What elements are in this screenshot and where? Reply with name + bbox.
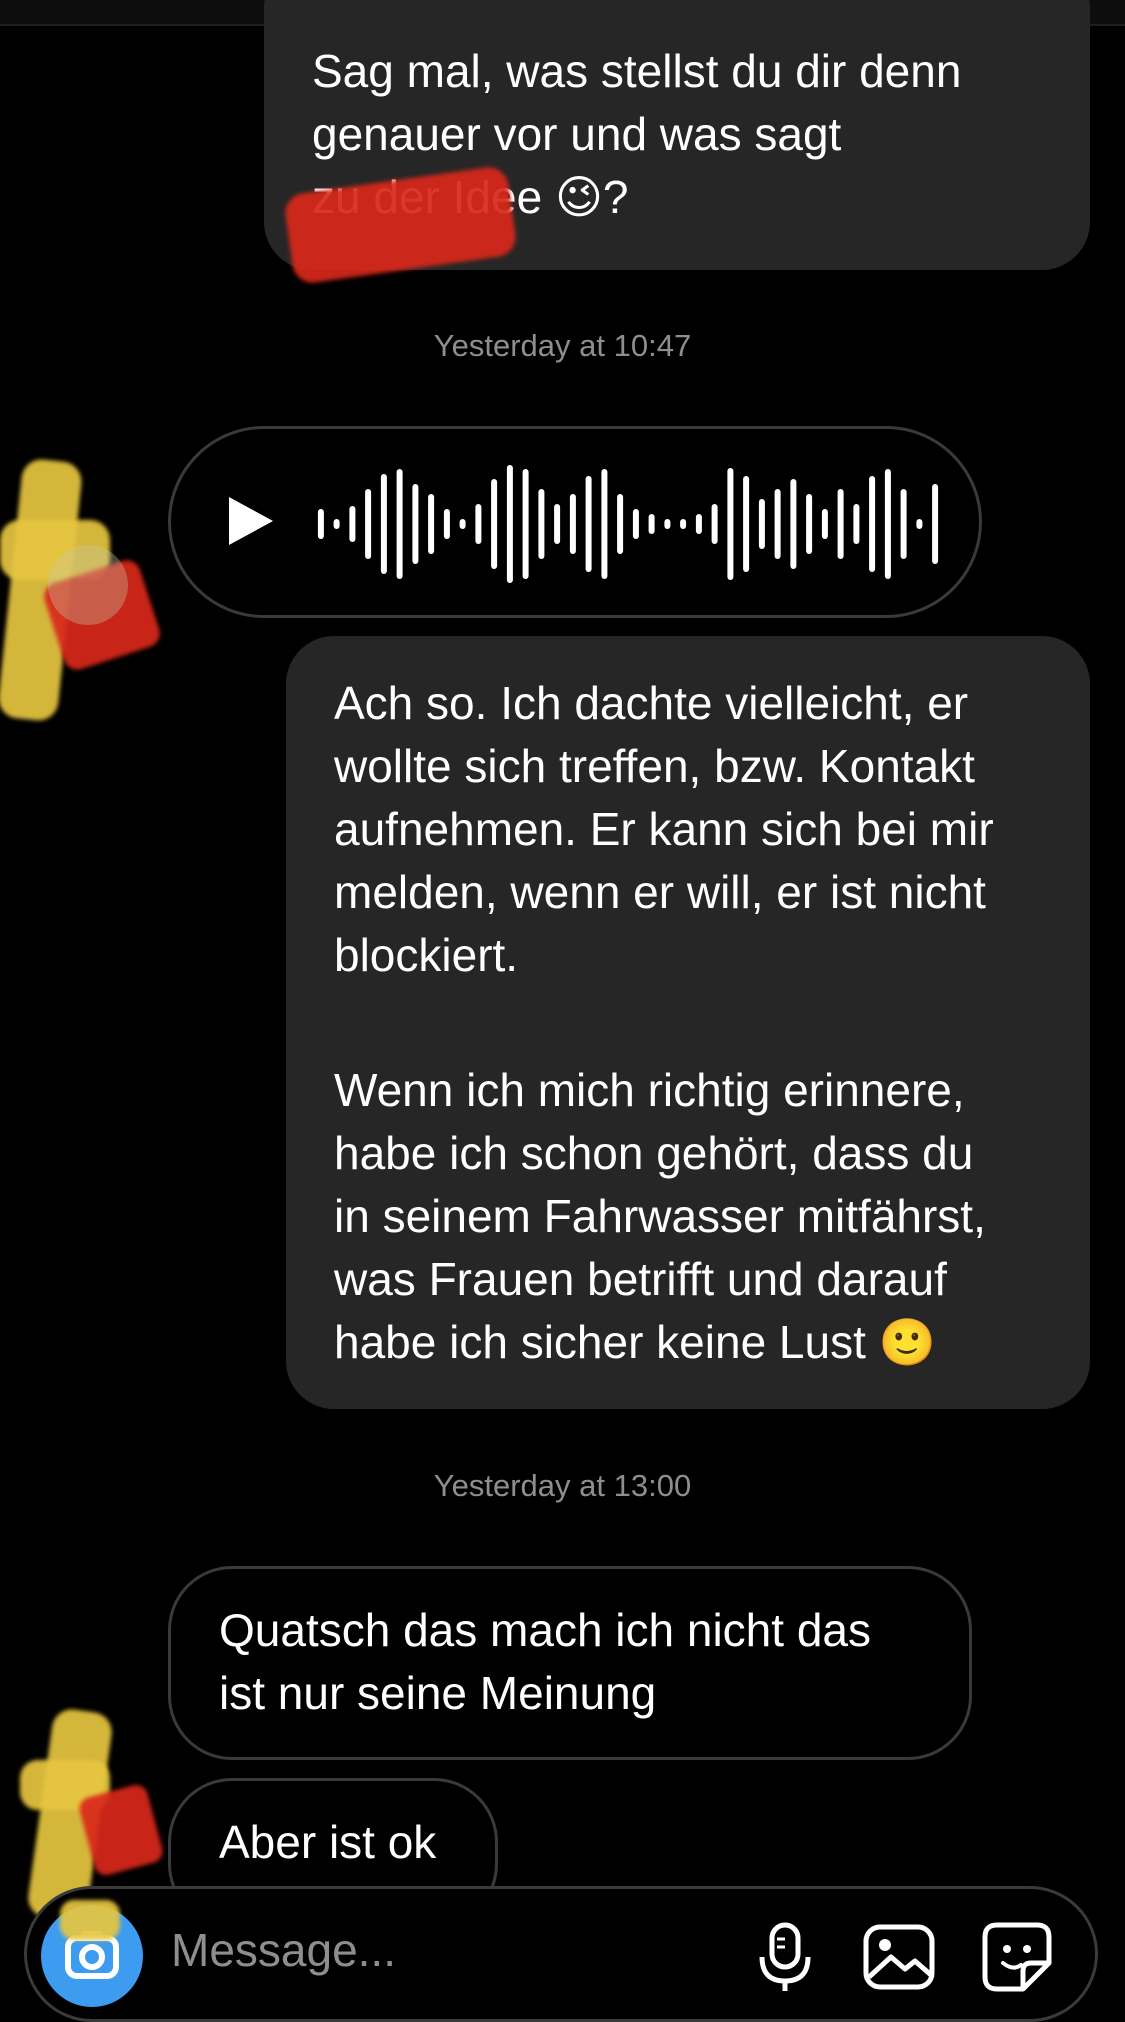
waveform-bar	[632, 509, 639, 539]
gallery-icon[interactable]	[861, 1919, 937, 1995]
message-paragraph: Ach so. Ich dachte vielleicht, er wollte…	[334, 677, 994, 981]
waveform-bar	[491, 479, 498, 569]
waveform-bar	[428, 494, 435, 554]
message-bubble-outgoing[interactable]: Ach so. Ich dachte vielleicht, er wollte…	[286, 636, 1090, 1409]
waveform-bar	[664, 519, 671, 529]
waveform-bar	[412, 484, 419, 564]
waveform-bar	[333, 519, 340, 529]
waveform-bar	[569, 494, 576, 554]
waveform-bar	[617, 494, 624, 554]
waveform-bar	[869, 476, 876, 572]
waveform-bar	[727, 468, 734, 580]
waveform-bar	[349, 506, 356, 542]
message-text: Aber ist ok	[219, 1816, 437, 1868]
avatar[interactable]	[0, 450, 164, 740]
waveform-bar	[680, 519, 687, 529]
waveform-bar	[711, 504, 718, 544]
waveform-bar	[900, 489, 907, 559]
timestamp: Yesterday at 10:47	[433, 328, 692, 363]
voice-message-bubble[interactable]	[168, 426, 982, 618]
message-text: Quatsch das mach ich nicht das ist nur s…	[219, 1604, 871, 1719]
waveform-bar	[806, 494, 813, 554]
waveform-bar	[743, 476, 750, 572]
waveform-bar	[932, 484, 939, 564]
waveform-bar	[821, 509, 828, 539]
waveform-bar	[695, 514, 702, 534]
avatar-overlap	[60, 1900, 120, 1940]
waveform-bar	[774, 489, 781, 559]
message-input[interactable]: Message...	[171, 1923, 396, 1977]
waveform-bar	[506, 465, 513, 583]
waveform-bar	[790, 479, 797, 569]
message-composer: Message...	[24, 1886, 1098, 2022]
waveform-bar	[916, 519, 923, 529]
waveform-bar	[853, 504, 860, 544]
waveform-bar	[648, 514, 655, 534]
microphone-icon[interactable]	[747, 1919, 823, 1995]
waveform-bar	[365, 489, 372, 559]
play-icon[interactable]	[219, 491, 279, 551]
waveform-bar	[459, 519, 466, 529]
waveform-bar	[884, 469, 891, 579]
audio-waveform[interactable]	[313, 459, 943, 589]
sticker-icon[interactable]	[979, 1919, 1055, 1995]
waveform-bar	[758, 499, 765, 549]
message-paragraph: Wenn ich mich richtig erinnere, habe ich…	[334, 1064, 986, 1368]
waveform-bar	[396, 469, 403, 579]
waveform-bar	[554, 504, 561, 544]
waveform-bar	[443, 509, 450, 539]
waveform-bar	[585, 476, 592, 572]
waveform-bar	[317, 509, 324, 539]
waveform-bar	[522, 469, 529, 579]
waveform-bar	[538, 489, 545, 559]
waveform-bar	[837, 489, 844, 559]
message-bubble-incoming[interactable]: Quatsch das mach ich nicht das ist nur s…	[168, 1566, 972, 1760]
timestamp: Yesterday at 13:00	[433, 1468, 692, 1503]
waveform-bar	[601, 469, 608, 579]
waveform-bar	[475, 504, 482, 544]
waveform-bar	[380, 474, 387, 574]
